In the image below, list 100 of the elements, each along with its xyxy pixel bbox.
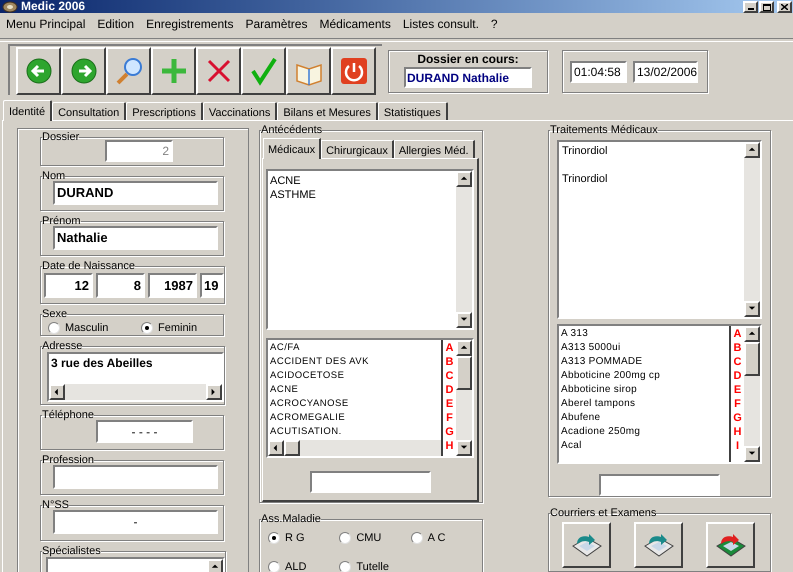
menu-item[interactable]: Paramètres: [239, 14, 314, 32]
toolbar-button[interactable]: [151, 47, 196, 95]
radio-button[interactable]: [141, 322, 153, 334]
radio-option[interactable]: R G: [268, 530, 340, 546]
scroll-left-button[interactable]: [268, 440, 284, 456]
menu-item[interactable]: Listes consult.: [396, 14, 485, 32]
scroll-up-button[interactable]: [456, 340, 472, 356]
list-item[interactable]: ACIDOCETOSE: [270, 369, 439, 383]
toolbar-button[interactable]: [286, 47, 331, 95]
tab[interactable]: Allergies Méd.: [394, 140, 475, 158]
radio-option[interactable]: Feminin: [141, 320, 198, 336]
letter-index[interactable]: B: [734, 341, 742, 355]
catalog-list[interactable]: AC/FA ACCIDENT DES AVK ACIDOCETOSE ACNE ACROCYANOSE ACROMEGALIE ACUTISATION. A B C D E F G H: [266, 338, 474, 458]
scroll-up-button[interactable]: [207, 559, 223, 572]
list-item[interactable]: ACNE: [270, 174, 454, 188]
catalog-list[interactable]: A 313 A313 5000ui A313 POMMADE Abboticine 200mg cp Abboticine sirop Aberel tampons Abufene Acadione 250mg Acal A B C D E F G H I: [557, 324, 762, 464]
scrollbar[interactable]: [744, 142, 760, 317]
tab[interactable]: Statistiques: [378, 102, 448, 120]
list-item[interactable]: A313 POMMADE: [561, 355, 727, 369]
scrollbar[interactable]: [268, 440, 441, 456]
text-field[interactable]: DURAND: [53, 181, 218, 205]
letter-index[interactable]: A: [446, 341, 454, 355]
text-field[interactable]: 8: [96, 273, 145, 298]
tray-button[interactable]: [562, 522, 611, 568]
radio-button[interactable]: [268, 532, 280, 544]
tab[interactable]: Identité: [3, 100, 52, 121]
text-field[interactable]: 19: [200, 273, 224, 298]
text-field[interactable]: -: [53, 510, 218, 534]
radio-option[interactable]: ALD: [268, 558, 340, 572]
list-item[interactable]: ASTHME: [270, 188, 454, 202]
tab[interactable]: Vaccinations: [202, 102, 278, 120]
list-item[interactable]: ACUTISATION.: [270, 425, 439, 439]
letter-index[interactable]: I: [736, 439, 740, 453]
letter-index[interactable]: B: [446, 355, 454, 369]
letter-index[interactable]: F: [734, 397, 741, 411]
scroll-down-button[interactable]: [744, 301, 760, 317]
tab[interactable]: Médicaux: [263, 138, 322, 159]
list-item[interactable]: Acadione 250mg: [561, 425, 727, 439]
scrollbar[interactable]: [49, 384, 222, 400]
letter-index[interactable]: D: [446, 383, 454, 397]
list-item[interactable]: Abboticine 200mg cp: [561, 369, 727, 383]
letter-index[interactable]: C: [734, 355, 742, 369]
radio-button[interactable]: [268, 560, 280, 572]
list-item[interactable]: Aberel tampons: [561, 397, 727, 411]
list-item[interactable]: A 313: [561, 327, 727, 341]
text-field[interactable]: - - - -: [96, 420, 193, 443]
toolbar-button[interactable]: [16, 47, 61, 95]
scroll-up-button[interactable]: [744, 142, 760, 158]
letter-index[interactable]: H: [734, 425, 742, 439]
letter-index[interactable]: D: [734, 369, 742, 383]
list-item[interactable]: Trinordiol: [562, 172, 741, 186]
text-field[interactable]: 13/02/2006: [633, 60, 698, 82]
list-item[interactable]: Abboticine sirop: [561, 383, 727, 397]
list-item[interactable]: AC/FA: [270, 341, 439, 355]
close-button[interactable]: [777, 1, 792, 13]
letter-index[interactable]: G: [445, 425, 454, 439]
list-item[interactable]: Acal: [561, 439, 727, 453]
minimize-button[interactable]: [743, 1, 758, 13]
list-item[interactable]: Trinordiol: [562, 144, 741, 158]
text-field[interactable]: Nathalie: [53, 226, 218, 250]
scrollbar[interactable]: [456, 171, 472, 328]
scrollbar[interactable]: [744, 326, 760, 462]
history-list[interactable]: ACNE ASTHME: [266, 169, 474, 330]
toolbar-button[interactable]: [196, 47, 241, 95]
letter-index[interactable]: E: [734, 383, 742, 397]
address-field[interactable]: 3 rue des Abeilles: [47, 352, 224, 402]
scroll-thumb[interactable]: [456, 356, 472, 390]
letter-index[interactable]: H: [446, 439, 454, 453]
text-field[interactable]: 01:04:58: [570, 60, 627, 82]
scrollbar[interactable]: [456, 340, 472, 456]
radio-option[interactable]: Tutelle: [339, 558, 411, 572]
letter-index[interactable]: A: [734, 327, 742, 341]
letter-index[interactable]: E: [446, 397, 454, 411]
letter-index[interactable]: G: [733, 411, 742, 425]
treatment-list[interactable]: Trinordiol Trinordiol: [557, 140, 762, 319]
scroll-up-button[interactable]: [744, 326, 760, 342]
list-item[interactable]: A313 5000ui: [561, 341, 727, 355]
radio-option[interactable]: A C: [410, 530, 482, 546]
list-item[interactable]: ACROCYANOSE: [270, 397, 439, 411]
toolbar-button[interactable]: [241, 47, 286, 95]
letter-index[interactable]: C: [446, 369, 454, 383]
radio-button[interactable]: [339, 560, 352, 572]
menu-item[interactable]: Edition: [91, 14, 140, 32]
tab[interactable]: Bilans et Mesures: [277, 102, 378, 120]
scroll-left-button[interactable]: [49, 384, 65, 400]
menu-item[interactable]: ?: [484, 14, 504, 32]
tray-button[interactable]: [706, 522, 755, 568]
scroll-thumb[interactable]: [284, 440, 300, 456]
scroll-down-button[interactable]: [744, 446, 760, 462]
text-field[interactable]: [53, 465, 218, 489]
list-item[interactable]: ACNE: [270, 383, 439, 397]
maximize-button[interactable]: [759, 1, 774, 13]
text-field[interactable]: 1987: [148, 273, 197, 298]
scroll-down-button[interactable]: [456, 312, 472, 328]
scroll-right-button[interactable]: [206, 384, 222, 400]
list-item[interactable]: ACROMEGALIE: [270, 411, 439, 425]
text-field[interactable]: [310, 471, 430, 493]
list-item[interactable]: ACCIDENT DES AVK: [270, 355, 439, 369]
menu-item[interactable]: Médicaments: [313, 14, 397, 32]
list-item[interactable]: Abufene: [561, 411, 727, 425]
